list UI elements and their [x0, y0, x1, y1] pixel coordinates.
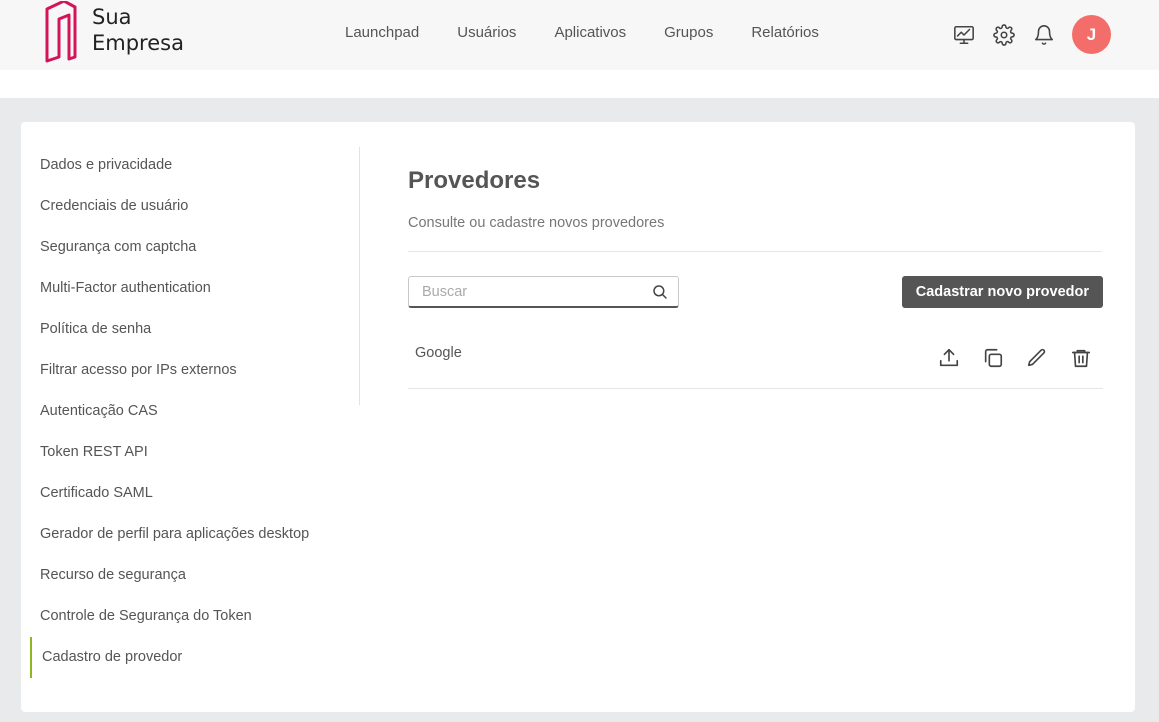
sidebar-item-controle-token[interactable]: Controle de Segurança do Token [30, 596, 360, 637]
search-input[interactable] [409, 277, 639, 306]
monitor-chart-icon[interactable] [946, 17, 982, 53]
sidebar-item-recurso-seguranca[interactable]: Recurso de segurança [30, 555, 360, 596]
copy-icon[interactable] [981, 346, 1005, 370]
sidebar-item-dados-privacidade[interactable]: Dados e privacidade [30, 145, 360, 186]
nav-aplicativos[interactable]: Aplicativos [535, 22, 645, 44]
row-actions [917, 346, 1093, 370]
providers-toolbar: Cadastrar novo provedor [408, 276, 1103, 310]
page-subtitle: Consulte ou cadastre novos provedores [408, 215, 665, 231]
company-logo[interactable]: Sua Empresa [44, 0, 184, 64]
logo-mark-icon [45, 1, 77, 63]
provider-name: Google [415, 345, 462, 361]
trash-icon[interactable] [1069, 346, 1093, 370]
sidebar-item-politica-senha[interactable]: Política de senha [30, 309, 360, 350]
sidebar-item-captcha[interactable]: Segurança com captcha [30, 227, 360, 268]
table-row: Google [408, 330, 1103, 389]
sidebar-item-credenciais[interactable]: Credenciais de usuário [30, 186, 360, 227]
providers-panel: Provedores Consulte ou cadastre novos pr… [408, 166, 1103, 389]
sidebar-item-filtrar-ips[interactable]: Filtrar acesso por IPs externos [30, 350, 360, 391]
sidebar-item-token-rest[interactable]: Token REST API [30, 432, 360, 473]
main-nav: Launchpad Usuários Aplicativos Grupos Re… [326, 22, 838, 44]
divider [408, 251, 1102, 252]
company-name: Sua Empresa [92, 4, 202, 56]
search-icon[interactable] [651, 283, 669, 301]
export-icon[interactable] [937, 346, 961, 370]
company-name-line2: Empresa [92, 31, 184, 55]
header-spacer [0, 70, 1159, 98]
edit-icon[interactable] [1025, 346, 1049, 370]
nav-relatorios[interactable]: Relatórios [732, 22, 838, 44]
sidebar-item-cas[interactable]: Autenticação CAS [30, 391, 360, 432]
gear-icon[interactable] [986, 17, 1022, 53]
add-provider-button[interactable]: Cadastrar novo provedor [901, 276, 1103, 308]
sidebar-item-gerador-perfil[interactable]: Gerador de perfil para aplicações deskto… [30, 514, 360, 555]
settings-card: Dados e privacidade Credenciais de usuár… [21, 122, 1135, 712]
sidebar-item-mfa[interactable]: Multi-Factor authentication [30, 268, 360, 309]
top-header: Sua Empresa Launchpad Usuários Aplicativ… [0, 0, 1159, 70]
user-avatar[interactable]: J [1072, 15, 1111, 54]
header-actions: J [946, 15, 1111, 54]
sidebar-item-cadastro-provedor[interactable]: Cadastro de provedor [30, 637, 360, 678]
bell-icon[interactable] [1026, 17, 1062, 53]
settings-sidebar: Dados e privacidade Credenciais de usuár… [30, 145, 360, 678]
page-title: Provedores [408, 167, 541, 194]
nav-launchpad[interactable]: Launchpad [326, 22, 438, 44]
search-box [408, 276, 679, 308]
sidebar-item-saml[interactable]: Certificado SAML [30, 473, 360, 514]
nav-grupos[interactable]: Grupos [645, 22, 732, 44]
nav-usuarios[interactable]: Usuários [438, 22, 535, 44]
company-name-line1: Sua [92, 5, 132, 29]
